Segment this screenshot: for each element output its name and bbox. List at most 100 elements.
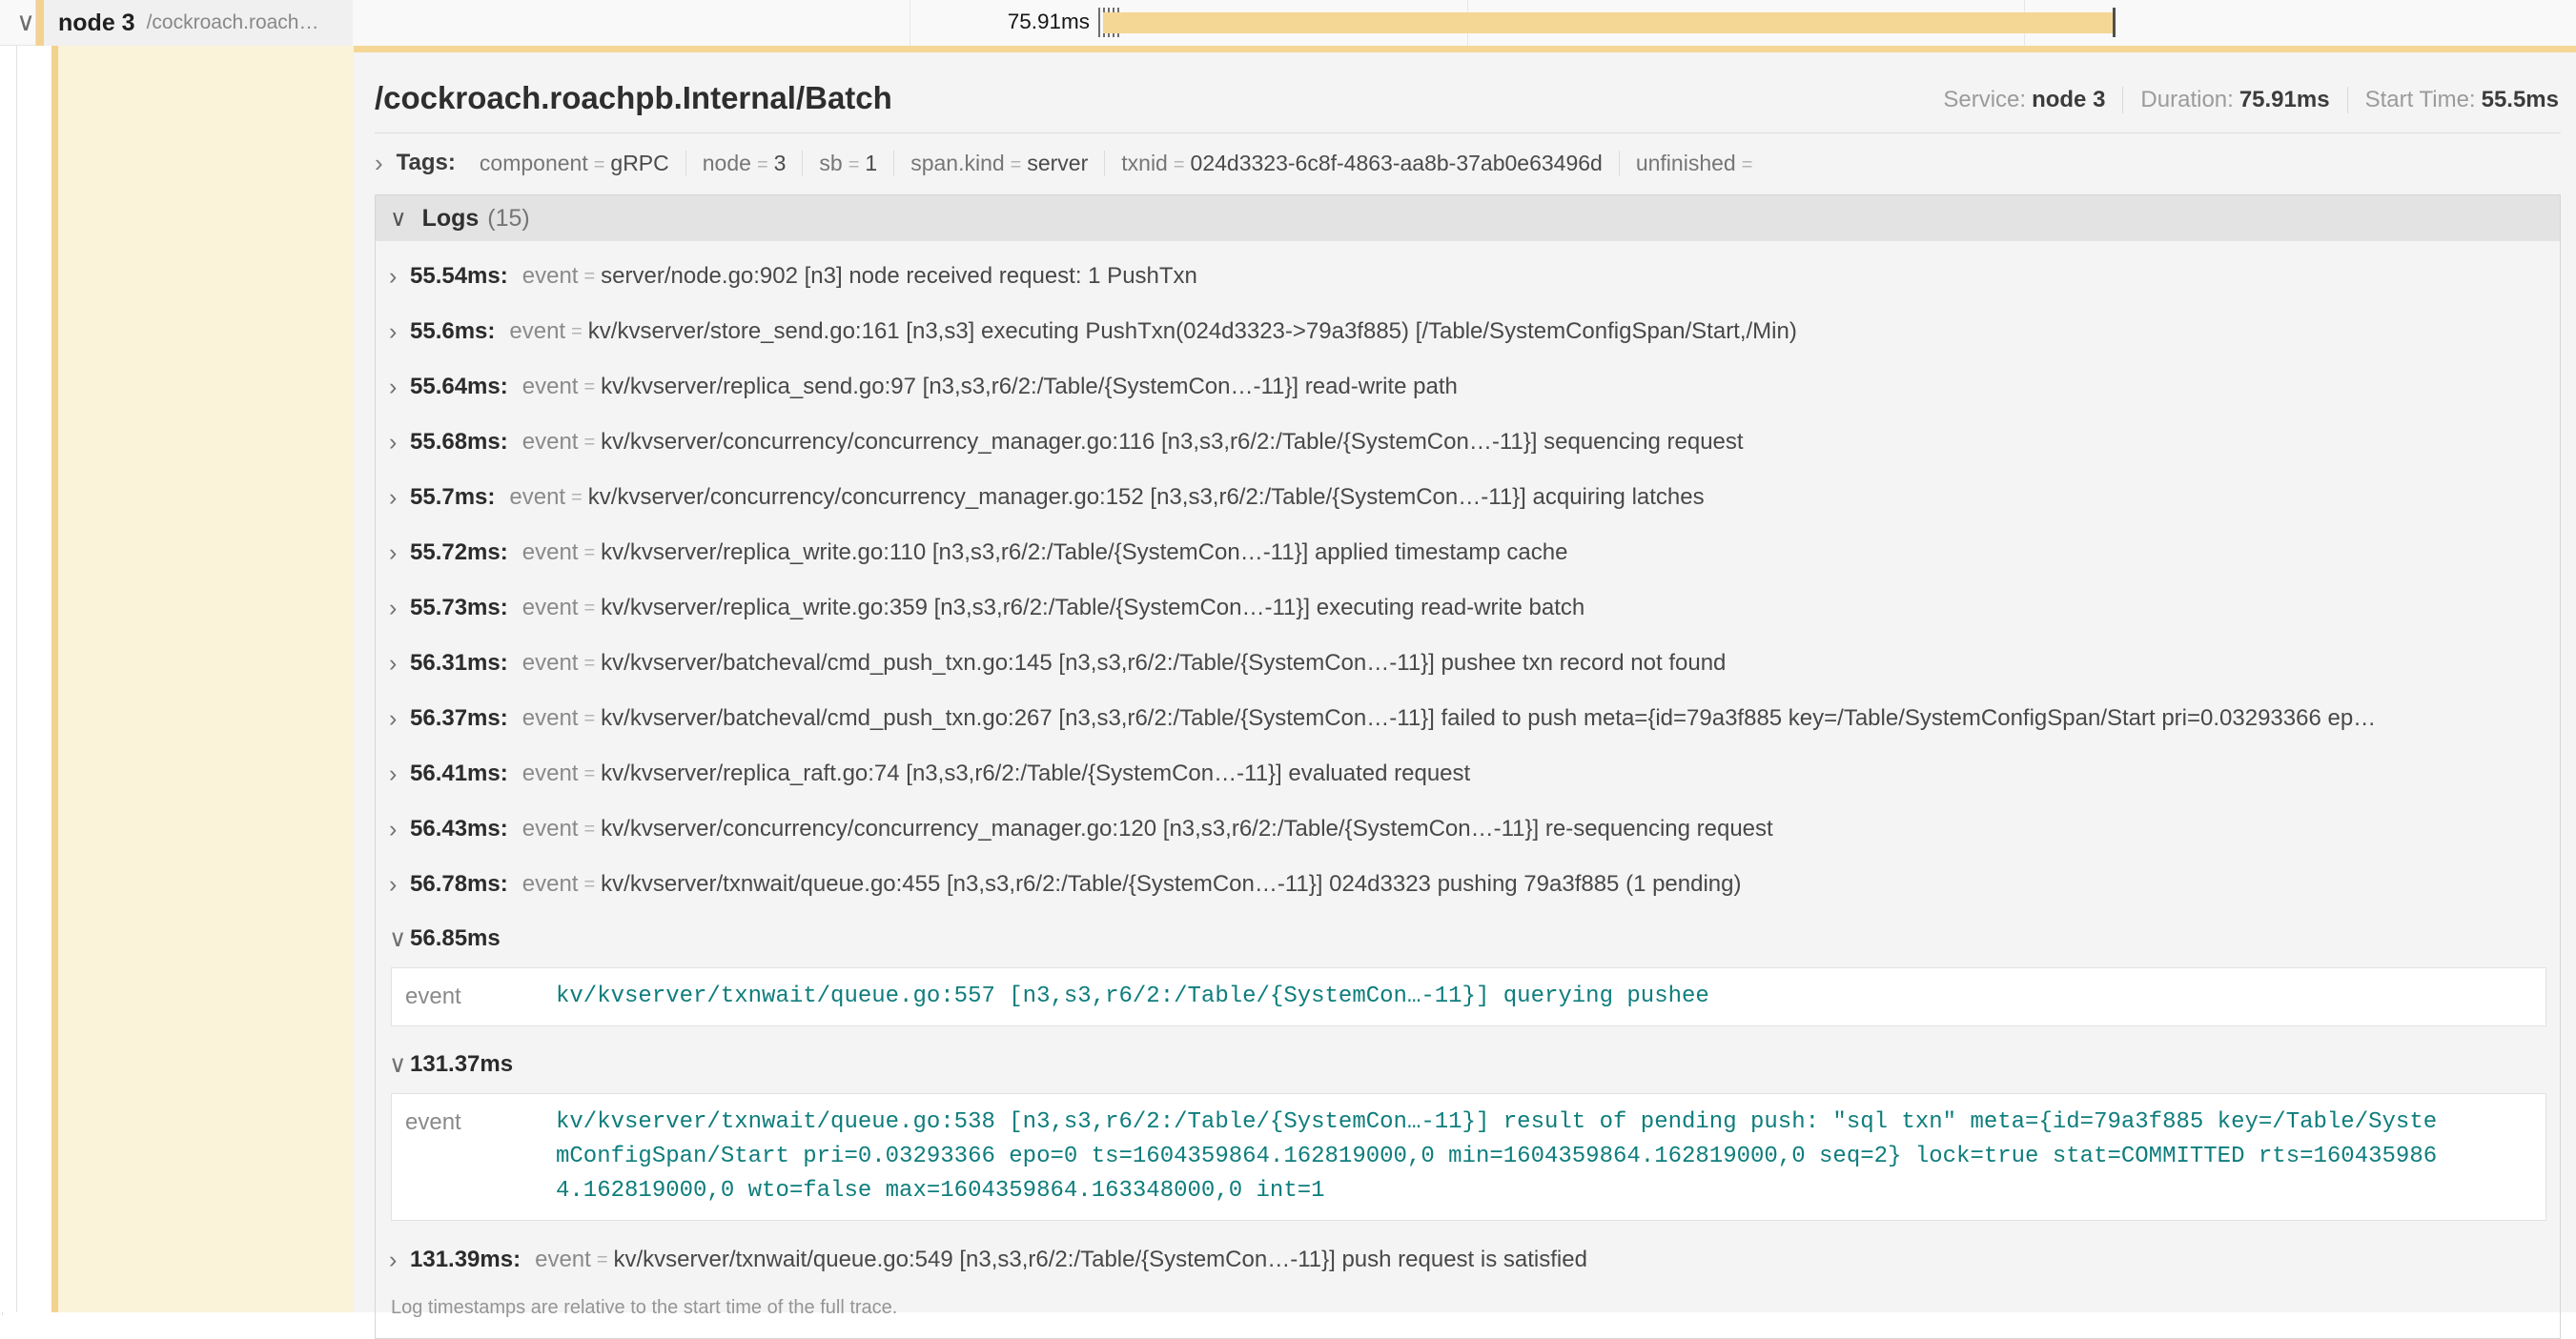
tag-key: node	[703, 151, 751, 175]
timeline-span-row: ∨ node 3 /cockroach.roach… 75.91ms	[0, 0, 2576, 46]
chevron-right-icon: ›	[389, 429, 410, 456]
equals-sign: =	[578, 266, 601, 288]
log-timestamp: 55.64ms:	[410, 374, 508, 400]
log-entry-collapsed[interactable]: › 55.54ms: event = server/node.go:902 [n…	[389, 249, 2546, 304]
chevron-right-icon: ›	[389, 705, 410, 733]
chevron-right-icon: ›	[389, 539, 410, 567]
logs-section: ∨ Logs (15) › 55.54ms: event = server/no…	[375, 194, 2561, 1339]
chevron-right-icon: ›	[389, 650, 410, 678]
log-timestamp: 56.78ms:	[410, 871, 508, 898]
tag-key: span.kind	[910, 151, 1004, 175]
log-field-key: event	[522, 650, 579, 677]
logs-title: Logs	[422, 205, 480, 233]
tag-value: 1	[865, 151, 877, 175]
log-field-key: event	[522, 539, 579, 566]
span-duration-bar[interactable]	[1103, 12, 2115, 33]
span-duration-label: 75.91ms	[1008, 10, 1090, 34]
span-meta: Service:node 3 Duration:75.91ms Start Ti…	[1926, 87, 2561, 115]
chevron-down-icon: ∨	[390, 205, 407, 233]
log-message: server/node.go:902 [n3] node received re…	[601, 263, 1197, 290]
log-entry-collapsed[interactable]: › 55.68ms: event = kv/kvserver/concurren…	[389, 415, 2546, 470]
log-field-key: event	[405, 1106, 556, 1140]
tag-item: node=3	[686, 151, 804, 176]
log-event-detail-box: event kv/kvserver/txnwait/queue.go:557 […	[391, 967, 2546, 1026]
tag-value: 3	[774, 151, 787, 175]
tag-item: span.kind=server	[894, 151, 1105, 176]
log-entry-expanded: ∨ 131.37ms event kv/kvserver/txnwait/que…	[389, 1038, 2546, 1221]
chevron-right-icon: ›	[389, 595, 410, 622]
child-span-tick	[1098, 8, 1100, 37]
span-service-name: node 3	[58, 10, 135, 37]
log-timestamp: 56.31ms:	[410, 650, 508, 677]
log-entry-collapsed[interactable]: › 131.39ms: event = kv/kvserver/txnwait/…	[389, 1232, 2546, 1288]
log-event-detail-box: event kv/kvserver/txnwait/queue.go:538 […	[391, 1093, 2546, 1221]
log-field-key: event	[522, 595, 579, 621]
log-message: kv/kvserver/concurrency/concurrency_mana…	[588, 484, 1705, 511]
equals-sign: =	[578, 432, 601, 454]
log-message-monospace: kv/kvserver/txnwait/queue.go:557 [n3,s3,…	[556, 980, 1709, 1014]
log-entry-expanded: ∨ 56.85ms event kv/kvserver/txnwait/queu…	[389, 912, 2546, 1026]
equals-sign: =	[591, 1249, 614, 1271]
log-field-key: event	[522, 263, 579, 290]
span-meta-item: Duration:75.91ms	[2123, 87, 2347, 113]
log-timestamp: 56.85ms	[410, 925, 501, 952]
page-title: /cockroach.roachpb.Internal/Batch	[375, 81, 892, 115]
span-detail-row: /cockroach.roachpb.Internal/Batch Servic…	[0, 46, 2576, 1312]
equals-sign: =	[565, 321, 588, 343]
span-operation-name: /cockroach.roach…	[147, 11, 319, 34]
log-entry-collapsed[interactable]: › 55.7ms: event = kv/kvserver/concurrenc…	[389, 470, 2546, 525]
tag-value: server	[1027, 151, 1088, 175]
equals-sign: =	[565, 487, 588, 509]
equals-sign: =	[1005, 154, 1028, 175]
log-message: kv/kvserver/store_send.go:161 [n3,s3] ex…	[588, 318, 1797, 345]
log-field-key: event	[522, 761, 579, 787]
log-field-key: event	[405, 980, 556, 1014]
logs-section-header[interactable]: ∨ Logs (15)	[376, 195, 2560, 241]
log-message: kv/kvserver/txnwait/queue.go:549 [n3,s3,…	[614, 1247, 1587, 1273]
span-name-tab[interactable]: node 3 /cockroach.roach…	[36, 0, 353, 46]
log-entry-expanded-header[interactable]: ∨ 131.37ms	[389, 1038, 2546, 1091]
tag-value: gRPC	[610, 151, 668, 175]
log-field-key: event	[522, 429, 579, 456]
tag-item: sb=1	[803, 151, 894, 176]
equals-sign: =	[1736, 154, 1759, 175]
log-entry-expanded-header[interactable]: ∨ 56.85ms	[389, 912, 2546, 965]
tag-item: component=gRPC	[463, 151, 686, 176]
log-entry-collapsed[interactable]: › 56.41ms: event = kv/kvserver/replica_r…	[389, 746, 2546, 801]
log-message: kv/kvserver/batcheval/cmd_push_txn.go:26…	[601, 705, 2376, 732]
tags-toggle[interactable]: › Tags:	[375, 149, 456, 178]
service-color-stripe	[51, 46, 58, 1312]
tags-label: Tags:	[397, 150, 456, 176]
tag-item: txnid=024d3323-6c8f-4863-aa8b-37ab0e6349…	[1105, 151, 1620, 176]
log-entry-collapsed[interactable]: › 56.37ms: event = kv/kvserver/batcheval…	[389, 691, 2546, 746]
log-entry-collapsed[interactable]: › 55.64ms: event = kv/kvserver/replica_s…	[389, 359, 2546, 415]
log-entry-collapsed[interactable]: › 55.6ms: event = kv/kvserver/store_send…	[389, 304, 2546, 359]
chevron-right-icon: ›	[375, 149, 383, 178]
equals-sign: =	[578, 874, 601, 896]
equals-sign: =	[578, 376, 601, 398]
log-field-key: event	[522, 705, 579, 732]
log-entry-collapsed[interactable]: › 55.73ms: event = kv/kvserver/replica_w…	[389, 580, 2546, 636]
log-entries: › 55.54ms: event = server/node.go:902 [n…	[376, 241, 2560, 1338]
log-entry-collapsed[interactable]: › 56.31ms: event = kv/kvserver/batcheval…	[389, 636, 2546, 691]
span-detail-panel: /cockroach.roachpb.Internal/Batch Servic…	[354, 46, 2576, 1312]
equals-sign: =	[578, 819, 601, 841]
chevron-right-icon: ›	[389, 484, 410, 512]
log-message: kv/kvserver/txnwait/queue.go:455 [n3,s3,…	[601, 871, 1741, 898]
tag-value: 024d3323-6c8f-4863-aa8b-37ab0e63496d	[1191, 151, 1603, 175]
logs-count: (15)	[487, 205, 529, 233]
log-field-key: event	[509, 318, 565, 345]
column-divider	[16, 46, 17, 1312]
log-field-key: event	[509, 484, 565, 511]
log-entry-collapsed[interactable]: › 56.43ms: event = kv/kvserver/concurren…	[389, 801, 2546, 857]
log-message: kv/kvserver/replica_write.go:110 [n3,s3,…	[601, 539, 1567, 566]
equals-sign: =	[578, 763, 601, 785]
log-entry-collapsed[interactable]: › 55.72ms: event = kv/kvserver/replica_w…	[389, 525, 2546, 580]
service-color-panel	[58, 46, 354, 1312]
log-timestamp: 56.43ms:	[410, 816, 508, 842]
log-message: kv/kvserver/replica_send.go:97 [n3,s3,r6…	[601, 374, 1458, 400]
log-message: kv/kvserver/batcheval/cmd_push_txn.go:14…	[601, 650, 1726, 677]
log-entry-collapsed[interactable]: › 56.78ms: event = kv/kvserver/txnwait/q…	[389, 857, 2546, 912]
tag-item: unfinished=	[1620, 151, 1775, 176]
chevron-down-icon: ∨	[389, 924, 410, 953]
